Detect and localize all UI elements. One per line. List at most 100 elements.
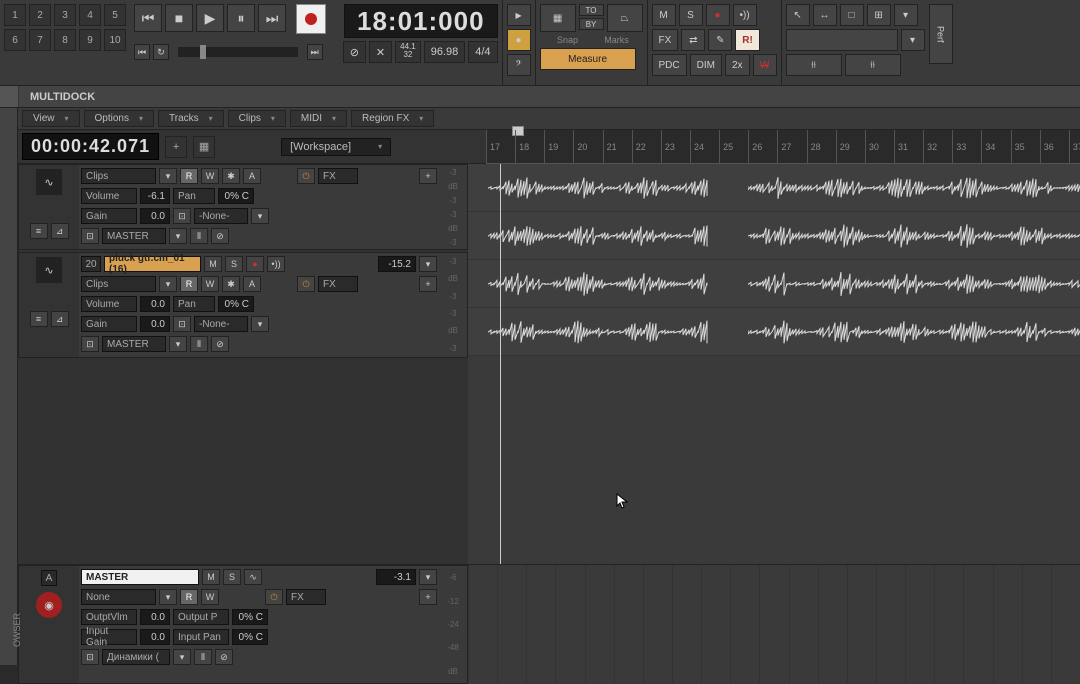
master-fx-label[interactable]: FX: [286, 589, 326, 605]
menu-region fx[interactable]: Region FX▾: [351, 110, 434, 127]
timesig-display[interactable]: 4/4: [468, 41, 497, 63]
screenset-8[interactable]: 8: [54, 29, 76, 51]
master-fx-add[interactable]: +: [419, 589, 437, 605]
timeline-ruler[interactable]: 1718192021222324252627282930313233343536…: [486, 130, 1080, 164]
tool-4[interactable]: ⊞: [867, 4, 891, 26]
tool-2[interactable]: ↔: [813, 4, 837, 26]
master-dd[interactable]: ▾: [419, 569, 437, 585]
small-play-icon[interactable]: ▶: [507, 4, 531, 26]
arrows-icon[interactable]: ⇄: [681, 29, 705, 51]
ffwd-button[interactable]: ⏭: [258, 4, 286, 32]
ruler-tick: 25: [719, 130, 733, 163]
add-button[interactable]: +: [165, 136, 187, 158]
goto-end-button[interactable]: ⏭: [307, 44, 323, 60]
ruler-tick: 28: [807, 130, 821, 163]
menu-options[interactable]: Options▾: [84, 110, 154, 127]
tool-1[interactable]: ↖: [786, 4, 810, 26]
pause-button[interactable]: ⏸: [227, 4, 255, 32]
screenset-3[interactable]: 3: [54, 4, 76, 26]
screenset-7[interactable]: 7: [29, 29, 51, 51]
screenset-1[interactable]: 1: [4, 4, 26, 26]
master-none-dd[interactable]: ▾: [159, 589, 177, 605]
dim-button[interactable]: DIM: [690, 54, 722, 76]
metronome-icon[interactable]: ⊘: [343, 41, 366, 63]
tool-b[interactable]: ⫮⫮: [845, 54, 901, 76]
ruler-tick: 21: [603, 130, 617, 163]
x2-button[interactable]: 2x: [725, 54, 750, 76]
browser-side-strip[interactable]: OWSER: [0, 108, 18, 665]
play-button[interactable]: ▶: [196, 4, 224, 32]
ruler-tick: 22: [632, 130, 646, 163]
master-none[interactable]: None: [81, 589, 156, 605]
mouse-cursor: [616, 493, 630, 511]
timeline-area[interactable]: [468, 164, 1080, 564]
ruler-tick: 24: [690, 130, 704, 163]
menu-clips[interactable]: Clips▾: [228, 110, 286, 127]
goto-start-button[interactable]: ⏮: [134, 44, 150, 60]
main-time-display[interactable]: 18:01:000: [344, 4, 498, 38]
audio-lane[interactable]: [468, 212, 1080, 260]
ruler-tick: 36: [1040, 130, 1054, 163]
pdc-button[interactable]: PDC: [652, 54, 687, 76]
record-button[interactable]: [296, 4, 326, 34]
screenset-10[interactable]: 10: [104, 29, 126, 51]
screenset-5[interactable]: 5: [104, 4, 126, 26]
position-slider[interactable]: [178, 47, 298, 57]
screenset-2[interactable]: 2: [29, 4, 51, 26]
master-name[interactable]: MASTER: [81, 569, 199, 585]
input-echo-button[interactable]: •)): [733, 4, 757, 26]
mute-button[interactable]: M: [652, 4, 676, 26]
tool-3[interactable]: □: [840, 4, 864, 26]
grid-button[interactable]: ▦: [193, 136, 215, 158]
crossfade-icon[interactable]: ✕: [369, 41, 392, 63]
master-r-btn[interactable]: R: [180, 589, 198, 605]
tool-dd2[interactable]: ▾: [901, 29, 925, 51]
rewind-button[interactable]: ⏮: [134, 4, 162, 32]
master-a-label: A: [41, 570, 57, 586]
marks-icon[interactable]: ⏢: [607, 4, 643, 32]
snap-by-button[interactable]: BY: [579, 18, 604, 30]
waveform-icon: ∿: [36, 257, 62, 283]
screenset-6[interactable]: 6: [4, 29, 26, 51]
loop-button[interactable]: ↻: [153, 44, 169, 60]
stop-button[interactable]: ■: [165, 4, 193, 32]
master-timeline[interactable]: [468, 565, 1080, 684]
snap-to-button[interactable]: TO: [579, 4, 604, 16]
audio-lane[interactable]: [468, 260, 1080, 308]
master-bypass[interactable]: ⊡: [81, 649, 99, 665]
tool-a[interactable]: ⫮⫮: [786, 54, 842, 76]
master-fx-power[interactable]: ⏻: [265, 589, 283, 605]
audio-lane[interactable]: [468, 164, 1080, 212]
screenset-4[interactable]: 4: [79, 4, 101, 26]
tool-dd[interactable]: ▾: [894, 4, 918, 26]
tempo-display[interactable]: 96.98: [424, 41, 466, 63]
ruler-tick: 31: [894, 130, 908, 163]
pencil-icon[interactable]: ✎: [708, 29, 732, 51]
arm-button[interactable]: ●: [706, 4, 730, 26]
menu-midi[interactable]: MIDI▾: [290, 110, 347, 127]
master-wave-icon[interactable]: ∿: [244, 569, 262, 585]
solo-button[interactable]: S: [679, 4, 703, 26]
ruler-tick: 32: [923, 130, 937, 163]
master-solo[interactable]: S: [223, 569, 241, 585]
fx-button[interactable]: FX: [652, 29, 679, 51]
marker-icon[interactable]: ●: [507, 29, 531, 51]
master-mute[interactable]: M: [202, 569, 220, 585]
tool-wide[interactable]: [786, 29, 898, 51]
workspace-dropdown[interactable]: [Workspace]▾: [281, 138, 391, 156]
screenset-9[interactable]: 9: [79, 29, 101, 51]
read-button[interactable]: R!: [735, 29, 760, 51]
time-counter[interactable]: 00:00:42.071: [22, 133, 159, 160]
transport: ⏮ ■ ▶ ⏸ ⏭ 18:01:000 ⏮ ↻ ⏭ ⊘ ✕ 44.132 96.…: [130, 0, 502, 85]
audio-lane[interactable]: [468, 308, 1080, 356]
snap-grid-icon[interactable]: ▦: [540, 4, 576, 32]
menu-view[interactable]: View▾: [22, 110, 80, 127]
track-inspector: ∿ ≡⊿ Clips ▾ R W ✱ A ⏻ FX + Volume -6.1 …: [18, 164, 468, 564]
measure-button[interactable]: Measure: [540, 48, 636, 70]
master-w-btn[interactable]: W: [201, 589, 219, 605]
link-icon[interactable]: 𝄢: [507, 54, 531, 76]
write-off-button[interactable]: W: [753, 54, 777, 76]
master-track-inspector: A ◉ MASTER M S ∿ -3.1 ▾ None ▾ R W: [18, 565, 468, 684]
perf-panel[interactable]: Perf: [929, 4, 953, 64]
menu-tracks[interactable]: Tracks▾: [158, 110, 224, 127]
